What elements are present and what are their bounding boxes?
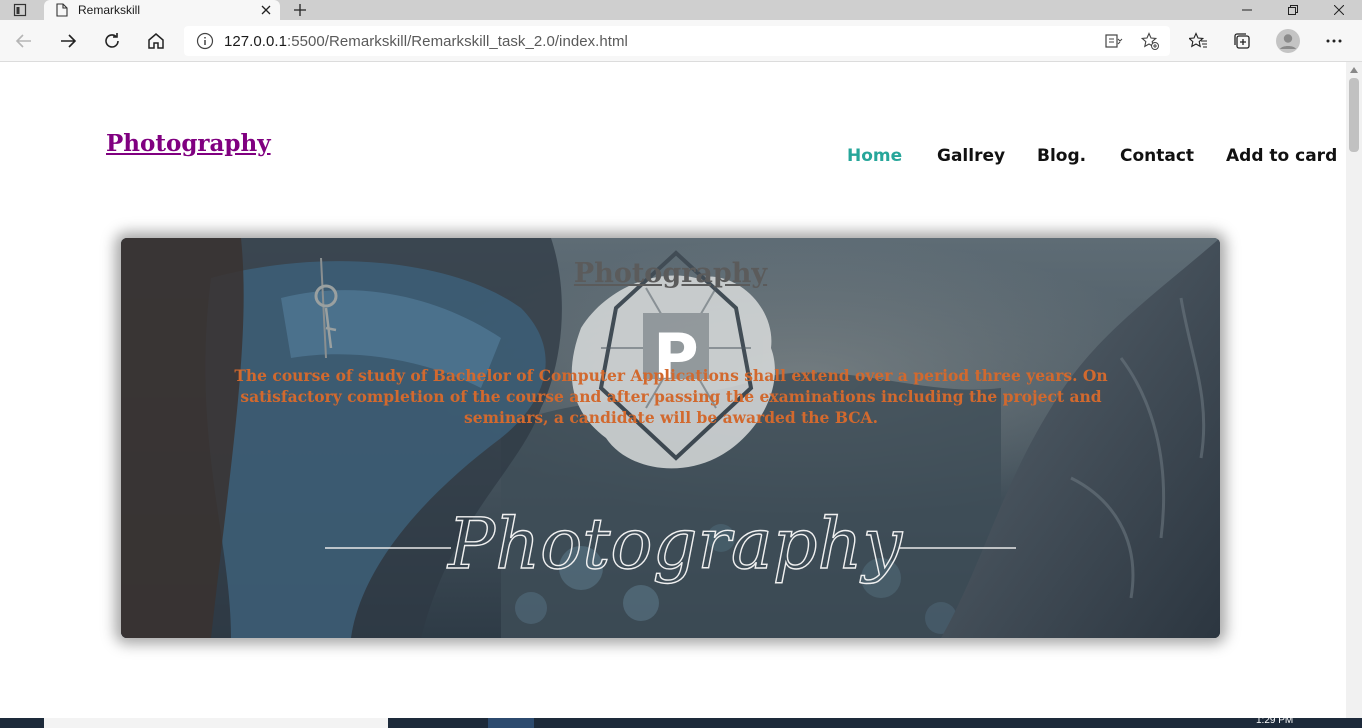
hero-banner: P Photography Photography The course of … bbox=[121, 238, 1220, 638]
scroll-up-button[interactable] bbox=[1346, 62, 1362, 78]
collections-button[interactable] bbox=[1226, 25, 1258, 57]
favorite-add-icon bbox=[1141, 32, 1159, 50]
home-icon bbox=[148, 33, 164, 49]
close-icon bbox=[261, 5, 271, 15]
plus-icon bbox=[294, 4, 306, 16]
hero-background-image: P Photography bbox=[121, 238, 1220, 638]
refresh-button[interactable] bbox=[96, 25, 128, 57]
nav-home[interactable]: Home bbox=[847, 146, 902, 170]
favorites-button[interactable] bbox=[1182, 25, 1214, 57]
scroll-thumb[interactable] bbox=[1349, 78, 1359, 152]
profile-avatar-icon bbox=[1276, 29, 1300, 53]
back-button[interactable] bbox=[8, 25, 40, 57]
nav-add-to-card[interactable]: Add to card bbox=[1226, 146, 1337, 170]
immersive-reader-button[interactable] bbox=[1102, 29, 1126, 53]
hero-title[interactable]: Photography bbox=[121, 258, 1220, 289]
nav-contact[interactable]: Contact bbox=[1120, 146, 1194, 170]
close-icon bbox=[1334, 5, 1344, 15]
restore-button[interactable] bbox=[1270, 0, 1316, 20]
taskbar-search-box[interactable] bbox=[44, 718, 388, 728]
minimize-icon bbox=[1242, 9, 1252, 11]
close-window-button[interactable] bbox=[1316, 0, 1362, 20]
new-tab-button[interactable] bbox=[288, 0, 312, 20]
favorites-icon bbox=[1189, 32, 1207, 48]
immersive-reader-icon bbox=[1105, 34, 1123, 48]
nav-blog[interactable]: Blog. bbox=[1037, 146, 1086, 170]
url-text[interactable]: 127.0.0.1:5500/Remarkskill/Remarkskill_t… bbox=[224, 33, 628, 50]
back-arrow-icon bbox=[15, 34, 31, 48]
caret-up-icon bbox=[1350, 67, 1358, 73]
restore-icon bbox=[1288, 5, 1298, 15]
collections-icon bbox=[1234, 33, 1250, 49]
add-favorite-button[interactable] bbox=[1138, 29, 1162, 53]
tab-actions-icon bbox=[13, 3, 27, 17]
profile-button[interactable] bbox=[1272, 25, 1304, 57]
hero-image-script-word: Photography bbox=[446, 503, 903, 585]
taskbar-clock: 1:29 PM bbox=[1256, 715, 1294, 726]
refresh-icon bbox=[105, 33, 119, 48]
more-options-button[interactable] bbox=[1318, 25, 1350, 57]
tab-actions-button[interactable] bbox=[4, 0, 36, 20]
more-icon bbox=[1326, 39, 1342, 43]
tab-title: Remarkskill bbox=[78, 3, 141, 17]
page-icon bbox=[56, 3, 68, 17]
browser-toolbar: 127.0.0.1:5500/Remarkskill/Remarkskill_t… bbox=[0, 20, 1362, 62]
address-bar[interactable]: 127.0.0.1:5500/Remarkskill/Remarkskill_t… bbox=[184, 26, 1170, 56]
forward-button[interactable] bbox=[52, 25, 84, 57]
home-button[interactable] bbox=[140, 25, 172, 57]
taskbar-active-app[interactable] bbox=[488, 718, 534, 728]
site-logo-link[interactable]: Photography bbox=[106, 130, 271, 157]
tab-close-button[interactable] bbox=[256, 0, 276, 20]
forward-arrow-icon bbox=[61, 34, 77, 48]
page-viewport: Photography Home Gallrey Blog. Contact A… bbox=[0, 62, 1346, 718]
browser-tab-strip: Remarkskill bbox=[0, 0, 1362, 20]
browser-tab[interactable]: Remarkskill bbox=[44, 0, 280, 20]
info-icon[interactable] bbox=[196, 32, 214, 50]
hero-description: The course of study of Bachelor of Compu… bbox=[234, 366, 1108, 427]
minimize-button[interactable] bbox=[1224, 0, 1270, 20]
os-taskbar: 1:29 PM bbox=[0, 715, 1362, 728]
nav-gallery[interactable]: Gallrey bbox=[937, 146, 1005, 170]
page-scrollbar[interactable] bbox=[1346, 62, 1362, 718]
